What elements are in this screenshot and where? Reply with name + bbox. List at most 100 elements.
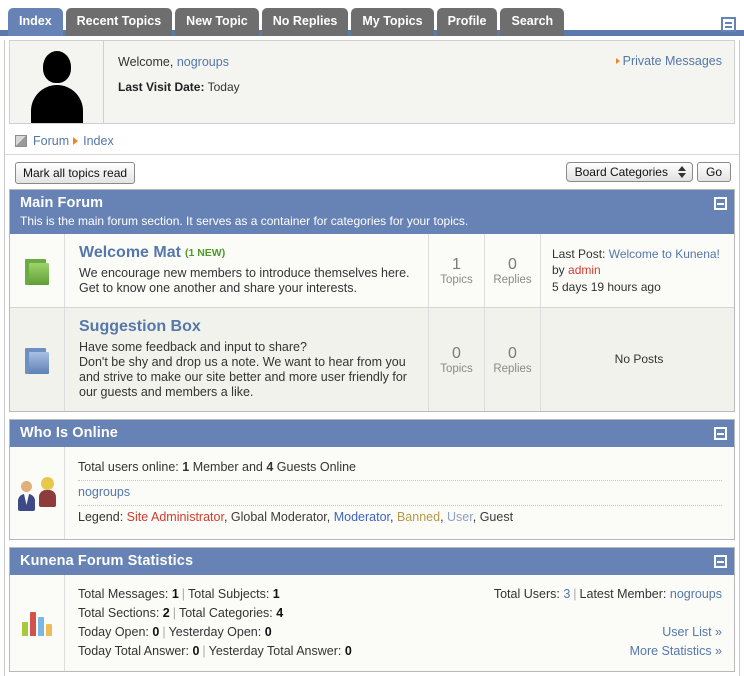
tab-index[interactable]: Index (8, 8, 63, 36)
user-welcome-panel: Welcome, nogroups Last Visit Date: Today… (9, 40, 735, 124)
forum-statistics-collapse-icon[interactable] (714, 555, 727, 568)
welcome-cell: Welcome, nogroups Last Visit Date: Today… (104, 41, 734, 123)
legend-comma: , (472, 510, 480, 524)
main-forum-title: Main Forum (20, 195, 104, 211)
stats-links: User List » More Statistics » (630, 623, 722, 661)
last-visit-label: Last Visit Date: (118, 80, 205, 94)
legend-comma: , (390, 510, 397, 524)
last-post-time: 5 days 19 hours ago (552, 279, 661, 294)
tab-label: Recent Topics (76, 14, 162, 28)
arrow-right-icon (615, 58, 620, 64)
mark-all-topics-read-button[interactable]: Mark all topics read (15, 162, 136, 184)
tab-my-topics[interactable]: My Topics (351, 8, 434, 36)
person-man-icon (18, 481, 35, 511)
breadcrumb-forum-link[interactable]: Forum (33, 134, 69, 148)
stat-separator: | (162, 625, 166, 639)
forum-row-icon-cell (10, 234, 65, 307)
stat-line: Total Sections: 2 | Total Categories: 4 (78, 604, 722, 623)
welcome-prefix: Welcome, (118, 55, 174, 69)
last-post-by-prefix: by (552, 263, 565, 278)
topics-count: 1 (452, 256, 461, 273)
online-icon-cell (10, 447, 65, 539)
stat-separator: | (172, 606, 176, 620)
online-guest-count: 4 (266, 460, 274, 474)
main-tabbar: Index Recent Topics New Topic No Replies My … (0, 0, 744, 36)
tab-recent-topics[interactable]: Recent Topics (65, 8, 173, 36)
stat-key-1: Today Open: (78, 625, 149, 639)
legend-label: Legend: (78, 510, 124, 524)
folder-front (29, 351, 49, 374)
main-forum-collapse-icon[interactable] (714, 197, 727, 210)
online-members-line: nogroups (78, 481, 722, 506)
legend-moderator: Moderator (333, 510, 391, 524)
forum-statistics-title: Kunena Forum Statistics (20, 553, 194, 569)
tab-label: Search (511, 14, 554, 28)
last-post-title-link[interactable]: Welcome to Kunena! (609, 247, 720, 261)
breadcrumb-top: Forum Index (5, 128, 739, 155)
stat-value-2: 4 (276, 606, 284, 620)
users-group-icon (18, 476, 56, 511)
bar-chart-icon (22, 610, 52, 636)
forum-last-post-cell: Last Post: Welcome to Kunena! by admin 5… (540, 234, 734, 307)
private-messages-link[interactable]: Private Messages (615, 54, 722, 68)
stat-separator: | (202, 644, 206, 658)
collapse-all-icon[interactable] (721, 17, 736, 32)
latest-member-link[interactable]: nogroups (670, 587, 722, 601)
forum-row: Welcome Mat (1 NEW) We encourage new memb… (10, 234, 734, 308)
folder-green-icon (25, 257, 49, 285)
tab-new-topic[interactable]: New Topic (175, 8, 259, 36)
who-is-online-collapse-icon[interactable] (714, 427, 727, 440)
board-categories-select[interactable]: Board Categories (565, 162, 693, 182)
bar-green (22, 622, 28, 636)
select-arrows-icon (677, 165, 687, 179)
forum-statistics-body: Total Messages: 1 | Total Subjects: 1 Tota… (10, 575, 734, 671)
legend-comma: , (326, 510, 334, 524)
online-member-link[interactable]: nogroups (78, 485, 130, 499)
forum-title-link[interactable]: Welcome Mat (79, 244, 181, 261)
legend-site-administrator: Site Administrator (126, 510, 224, 524)
folder-front (29, 262, 49, 285)
go-button[interactable]: Go (696, 162, 731, 182)
tab-search[interactable]: Search (500, 8, 565, 36)
forum-row-icon-cell (10, 308, 65, 411)
tab-profile[interactable]: Profile (436, 8, 498, 36)
breadcrumb-separator-icon (73, 137, 79, 145)
replies-count: 0 (508, 256, 517, 273)
who-is-online-panel: Who Is Online Total users online: 1 Memb… (9, 419, 735, 540)
forum-last-post-cell: No Posts (540, 308, 734, 411)
more-statistics-link[interactable]: More Statistics » (630, 642, 722, 661)
last-post-author-line: by admin (552, 262, 726, 279)
avatar-head-icon (42, 51, 71, 83)
latest-member-label: Latest Member: (579, 587, 667, 601)
online-legend-line: Legend: Site Administrator, Global Moder… (78, 506, 722, 530)
forum-title-link[interactable]: Suggestion Box (79, 318, 201, 335)
stat-separator: | (573, 587, 577, 601)
private-messages-label: Private Messages (622, 54, 722, 68)
welcome-username-link[interactable]: nogroups (177, 55, 229, 69)
online-member-word: Member and (192, 460, 263, 474)
forum-replies-cell: 0 Replies (484, 308, 540, 411)
forum-page: Index Recent Topics New Topic No Replies My … (0, 0, 744, 676)
stat-line: Today Open: 0 | Yesterday Open: 0 (78, 623, 722, 642)
replies-label: Replies (493, 274, 532, 286)
stat-key-1: Today Total Answer: (78, 644, 189, 658)
stat-value-1: 2 (162, 606, 170, 620)
topics-count: 0 (452, 345, 461, 362)
user-list-link[interactable]: User List » (630, 623, 722, 642)
folder-blue-icon (25, 346, 49, 374)
stat-value-2: 0 (264, 625, 272, 639)
total-users-label: Total Users: (493, 587, 560, 601)
last-post-author-link[interactable]: admin (568, 263, 601, 277)
online-member-count: 1 (182, 460, 190, 474)
last-post-label: Last Post: (552, 246, 606, 261)
stat-value-2: 0 (344, 644, 352, 658)
forum-home-icon (15, 135, 27, 147)
last-visit-line: Last Visit Date: Today (118, 80, 724, 94)
tab-no-replies[interactable]: No Replies (261, 8, 349, 36)
stats-main: Total Messages: 1 | Total Subjects: 1 Tota… (65, 575, 734, 671)
forum-description-line-1: Have some feedback and input to share? (79, 340, 307, 354)
category-jump-tools: Board Categories Go (565, 162, 731, 182)
topics-label: Topics (440, 363, 473, 375)
replies-label: Replies (493, 363, 532, 375)
breadcrumb-index-link[interactable]: Index (83, 134, 114, 148)
